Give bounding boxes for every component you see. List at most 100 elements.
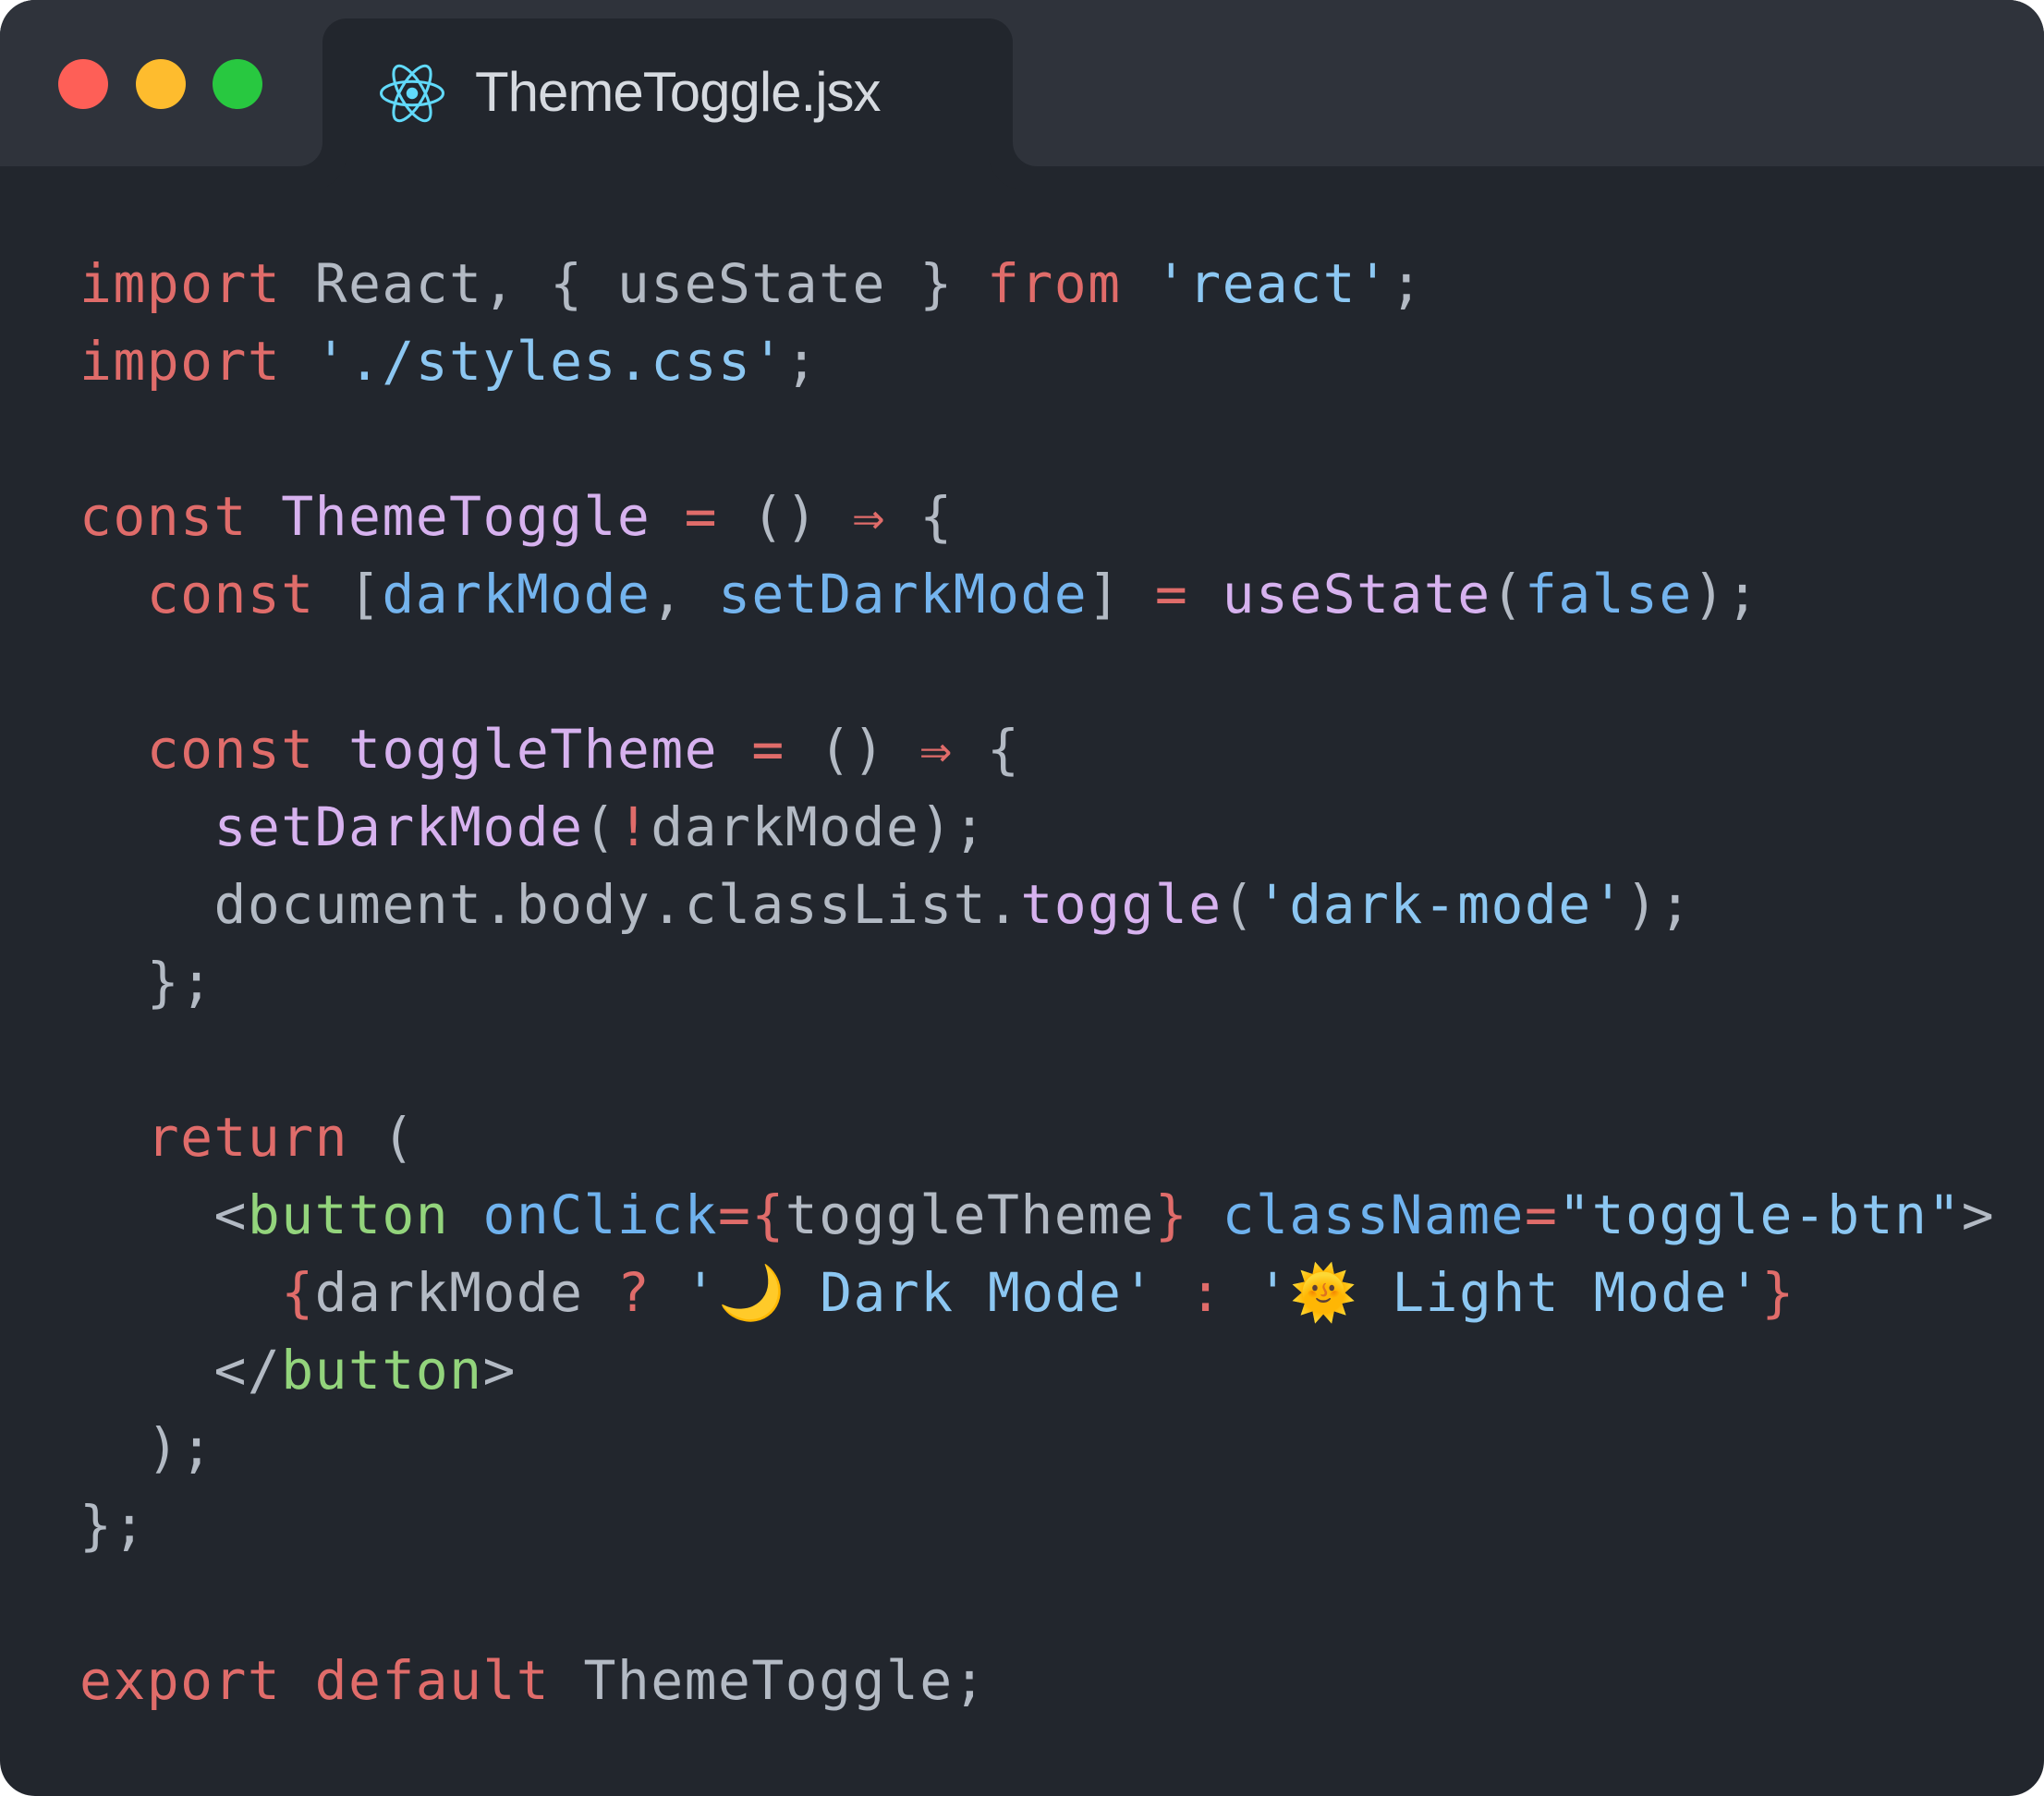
code-token: < xyxy=(79,1183,248,1246)
title-bar: ThemeToggle.jsx xyxy=(0,0,2044,166)
code-token: ⇒ xyxy=(852,485,886,548)
code-token: const xyxy=(146,718,315,781)
code-line: const [darkMode, setDarkMode] = useState… xyxy=(79,555,1995,633)
code-token: ! xyxy=(616,795,651,858)
code-token: React, { useState } xyxy=(281,252,987,315)
code-token: "toggle-btn" xyxy=(1558,1183,1962,1246)
code-token: ] xyxy=(1088,563,1155,625)
code-token: }; xyxy=(79,1494,147,1557)
code-token: default xyxy=(314,1649,551,1712)
code-token: } xyxy=(1761,1261,1795,1324)
code-token: } xyxy=(1154,1183,1189,1246)
code-token: ( xyxy=(1222,873,1256,936)
code-token: }; xyxy=(79,951,214,1013)
code-line: </button> xyxy=(79,1331,1995,1409)
minimize-button[interactable] xyxy=(136,59,186,109)
code-token: toggle xyxy=(1020,873,1223,936)
code-token: toggleTheme xyxy=(785,1183,1155,1246)
code-window: ThemeToggle.jsx import React, { useState… xyxy=(0,0,2044,1796)
code-token: from xyxy=(986,252,1122,315)
code-token: '🌙 Dark Mode' xyxy=(684,1261,1156,1324)
code-line: ); xyxy=(79,1409,1995,1487)
code-token: darkMode xyxy=(314,1261,617,1324)
code-token: > xyxy=(482,1339,517,1402)
code-token: darkMode xyxy=(382,563,651,625)
code-token: useState xyxy=(1222,563,1491,625)
code-line: const ThemeToggle = () ⇒ { xyxy=(79,478,1995,555)
code-token: = xyxy=(1154,563,1189,625)
code-token: ThemeToggle; xyxy=(550,1649,987,1712)
maximize-button[interactable] xyxy=(213,59,262,109)
code-line: export default ThemeToggle; xyxy=(79,1642,1995,1719)
code-token: setDarkMode xyxy=(718,563,1089,625)
tab-title: ThemeToggle.jsx xyxy=(475,61,882,123)
code-token: 'react' xyxy=(1154,252,1391,315)
code-token: toggleTheme xyxy=(347,718,719,781)
code-token: import xyxy=(79,252,282,315)
code-editor[interactable]: import React, { useState } from 'react';… xyxy=(79,245,1995,1719)
code-token: ); xyxy=(79,1416,214,1479)
code-token: ( xyxy=(583,795,617,858)
code-line: setDarkMode(!darkMode); xyxy=(79,788,1995,866)
code-line: return ( xyxy=(79,1098,1995,1176)
code-token: { xyxy=(885,485,954,548)
code-line: import './styles.css'; xyxy=(79,322,1995,400)
code-token: onClick xyxy=(482,1183,719,1246)
code-token: document.body.classList. xyxy=(79,873,1021,936)
code-line: <button onClick={toggleTheme} className=… xyxy=(79,1176,1995,1254)
code-token: , xyxy=(651,563,719,625)
code-token: [ xyxy=(314,563,383,625)
code-token: button xyxy=(281,1339,483,1402)
code-token: const xyxy=(79,485,248,548)
code-token: </ xyxy=(79,1339,282,1402)
code-token: return xyxy=(146,1106,348,1169)
code-token: () xyxy=(718,485,853,548)
code-token: './styles.css' xyxy=(314,330,785,393)
code-token: darkMode); xyxy=(651,795,987,858)
code-line: }; xyxy=(79,1487,1995,1564)
code-token: = xyxy=(718,1183,752,1246)
react-icon xyxy=(380,64,444,123)
file-tab[interactable]: ThemeToggle.jsx xyxy=(322,18,1013,166)
code-token: ? xyxy=(616,1261,651,1324)
code-token: { xyxy=(953,718,1021,781)
code-token: ); xyxy=(1625,873,1693,936)
close-button[interactable] xyxy=(58,59,108,109)
code-token: button xyxy=(247,1183,450,1246)
code-token: > xyxy=(1961,1183,1996,1246)
code-token: () xyxy=(785,718,920,781)
code-token: : xyxy=(1189,1261,1223,1324)
code-token: = xyxy=(751,718,785,781)
code-line: }; xyxy=(79,943,1995,1021)
code-token: ; xyxy=(785,330,820,393)
code-token: false xyxy=(1524,563,1693,625)
code-token: ThemeToggle xyxy=(281,485,651,548)
code-token: { xyxy=(751,1183,785,1246)
code-token: const xyxy=(146,563,315,625)
code-line: document.body.classList.toggle('dark-mod… xyxy=(79,866,1995,943)
code-line: {darkMode ? '🌙 Dark Mode' : '🌞 Light Mod… xyxy=(79,1254,1995,1331)
code-token: export xyxy=(79,1649,282,1712)
code-token: ; xyxy=(1390,252,1424,315)
